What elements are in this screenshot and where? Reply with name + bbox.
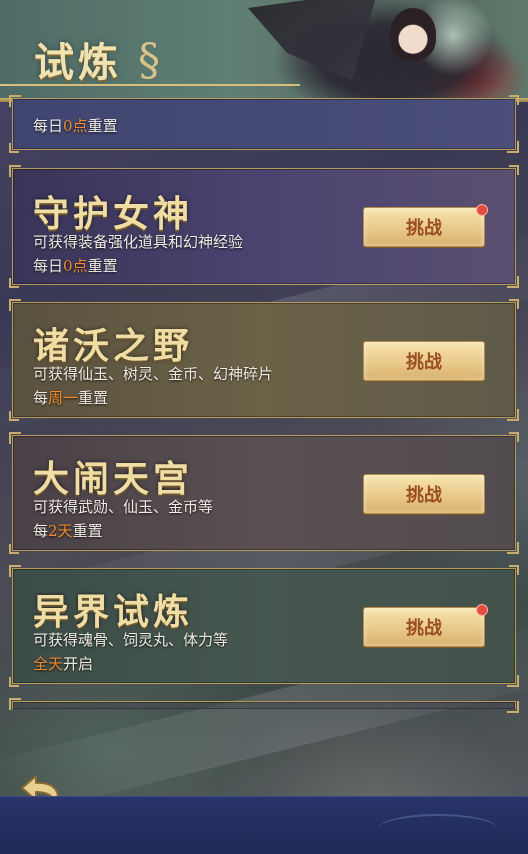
corner-ornament bbox=[9, 411, 19, 421]
challenge-button-label: 挑战 bbox=[406, 218, 442, 239]
challenge-button[interactable]: 挑战 bbox=[363, 604, 488, 647]
challenge-button-label: 挑战 bbox=[406, 352, 442, 373]
reset-text: 每2天重置 bbox=[33, 520, 103, 541]
reset-suffix: 重置 bbox=[87, 117, 118, 135]
reset-suffix: 重置 bbox=[78, 389, 109, 407]
card-title: 大闹天宫 bbox=[33, 458, 194, 500]
card-description: 可获得魂骨、饲灵丸、体力等 bbox=[33, 631, 229, 649]
corner-ornament bbox=[509, 565, 519, 575]
challenge-button-label: 挑战 bbox=[406, 485, 442, 506]
page-title: 试炼 bbox=[34, 39, 122, 86]
corner-ornament bbox=[9, 143, 19, 153]
card-description: 可获得武勋、仙玉、金币等 bbox=[33, 498, 214, 516]
reset-text: 每日0点重置 bbox=[33, 115, 118, 136]
card-title: 守护女神 bbox=[33, 193, 194, 235]
reset-prefix: 每日 bbox=[33, 257, 64, 275]
card-title: 诸沃之野 bbox=[33, 325, 194, 367]
header-character-art bbox=[390, 8, 436, 60]
reset-text: 每周一重置 bbox=[33, 387, 108, 408]
header-divider bbox=[0, 84, 300, 86]
reset-prefix: 每日 bbox=[33, 117, 64, 135]
trial-card-zhuwo-wilds: 诸沃之野 可获得仙玉、树灵、金币、幻神碎片 每周一重置 挑战 bbox=[9, 299, 519, 421]
reset-highlight: 周一 bbox=[48, 389, 79, 407]
challenge-button[interactable]: 挑战 bbox=[363, 341, 485, 381]
challenge-button-label: 挑战 bbox=[406, 618, 442, 639]
challenge-button[interactable]: 挑战 bbox=[363, 474, 485, 514]
trial-card-partial: 每日0点重置 bbox=[9, 95, 519, 153]
reset-highlight: 0点 bbox=[63, 257, 88, 275]
page-header: 试炼 § bbox=[0, 0, 528, 102]
footer-ornament bbox=[378, 814, 498, 844]
notification-dot bbox=[476, 204, 488, 216]
reset-text: 全天开启 bbox=[33, 653, 93, 674]
title-swirl-ornament: § bbox=[138, 35, 160, 86]
reset-highlight: 全天 bbox=[33, 655, 64, 673]
reset-highlight: 0点 bbox=[63, 117, 88, 135]
corner-ornament bbox=[509, 95, 519, 105]
reset-text: 每日0点重置 bbox=[33, 255, 118, 276]
trial-card-otherworld-trial: 异界试炼 可获得魂骨、饲灵丸、体力等 全天开启 挑战 bbox=[9, 565, 519, 687]
corner-ornament bbox=[509, 299, 519, 309]
trial-card-havoc-heaven: 大闹天宫 可获得武勋、仙玉、金币等 每2天重置 挑战 bbox=[9, 432, 519, 554]
reset-suffix: 重置 bbox=[72, 522, 103, 540]
card-description: 可获得仙玉、树灵、金币、幻神碎片 bbox=[33, 365, 274, 383]
notification-dot bbox=[476, 604, 488, 616]
corner-ornament bbox=[9, 544, 19, 554]
reset-suffix: 开启 bbox=[63, 655, 94, 673]
corner-ornament bbox=[509, 432, 519, 442]
card-title: 异界试炼 bbox=[33, 591, 194, 633]
bottom-bar bbox=[0, 796, 528, 854]
corner-ornament bbox=[9, 677, 19, 687]
trial-card-partial-bottom bbox=[9, 698, 519, 713]
reset-prefix: 每 bbox=[33, 389, 49, 407]
reset-highlight: 2天 bbox=[48, 522, 73, 540]
reset-prefix: 每 bbox=[33, 522, 49, 540]
challenge-button[interactable]: 挑战 bbox=[363, 204, 488, 247]
corner-ornament bbox=[509, 165, 519, 175]
corner-ornament bbox=[9, 278, 19, 288]
reset-suffix: 重置 bbox=[87, 257, 118, 275]
card-description: 可获得装备强化道具和幻神经验 bbox=[33, 233, 244, 251]
trial-card-guardian-goddess: 守护女神 可获得装备强化道具和幻神经验 每日0点重置 挑战 bbox=[9, 165, 519, 288]
